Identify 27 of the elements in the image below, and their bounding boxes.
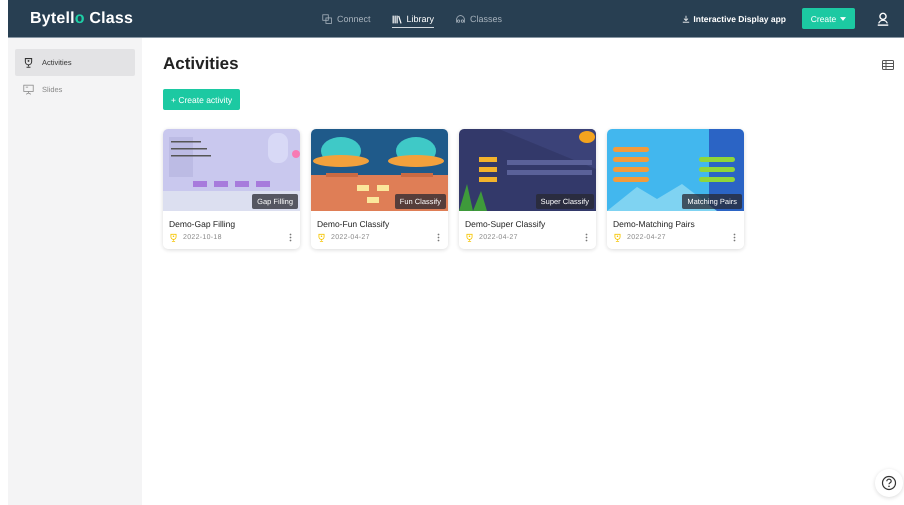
logo[interactable]: Bytello Class (30, 10, 134, 28)
card-title: Demo-Fun Classify (316, 218, 390, 229)
more-icon[interactable] (437, 233, 440, 242)
card-title: Demo-Gap Filling (168, 218, 236, 229)
connect-icon (322, 14, 333, 24)
card-title: Demo-Matching Pairs (612, 218, 696, 229)
card-title: Demo-Super Classify (464, 218, 546, 229)
page-title: Activities (163, 54, 239, 74)
caret-icon (840, 16, 846, 20)
user-icon[interactable] (876, 12, 890, 26)
download-icon (682, 14, 690, 22)
nav-tab[interactable]: Library (392, 9, 434, 28)
more-icon[interactable] (289, 233, 292, 242)
table-view-icon[interactable] (882, 60, 894, 70)
more-icon[interactable] (733, 233, 736, 242)
nav-tab[interactable]: Classes (455, 9, 502, 28)
download-link[interactable]: Interactive Display app (682, 14, 786, 24)
books-icon (392, 14, 403, 24)
trophy-icon (23, 57, 34, 68)
presentation-icon (23, 84, 34, 95)
more-icon[interactable] (585, 233, 588, 242)
trophy-icon (613, 233, 622, 242)
headset-icon (455, 14, 466, 24)
trophy-icon (465, 233, 474, 242)
trophy-icon (317, 233, 326, 242)
trophy-icon (169, 233, 178, 242)
nav-tab[interactable]: Connect (322, 9, 371, 28)
